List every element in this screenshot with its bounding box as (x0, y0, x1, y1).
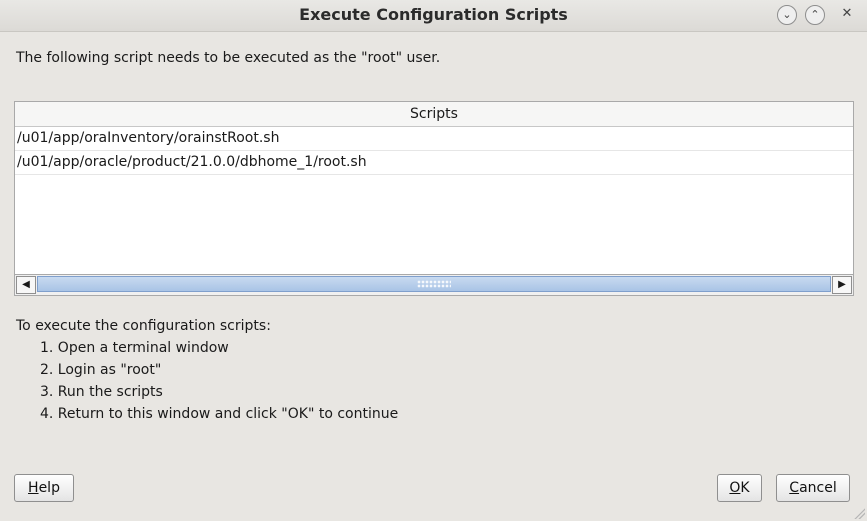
resize-grip-icon[interactable] (853, 507, 865, 519)
scroll-thumb[interactable] (37, 276, 831, 292)
instructions: To execute the configuration scripts: 1.… (16, 315, 398, 425)
arrow-left-icon: ◀ (22, 279, 30, 290)
instruction-step: 3. Run the scripts (40, 384, 163, 400)
arrow-right-icon: ▶ (838, 279, 846, 290)
scripts-table[interactable]: Scripts /u01/app/oraInventory/orainstRoo… (14, 101, 854, 296)
ok-mnemonic: O (729, 480, 741, 496)
instruction-step: 2. Login as "root" (40, 362, 162, 378)
maximize-button[interactable]: ⌃ (805, 5, 825, 25)
help-mnemonic: H (28, 480, 39, 496)
cancel-button[interactable]: Cancel (776, 474, 850, 502)
cancel-mnemonic: C (789, 480, 800, 496)
instructions-heading: To execute the configuration scripts: (16, 318, 271, 334)
instruction-step: 4. Return to this window and click "OK" … (40, 406, 399, 422)
minimize-button[interactable]: ⌄ (777, 5, 797, 25)
help-button[interactable]: Help (14, 474, 74, 502)
table-row[interactable]: /u01/app/oracle/product/21.0.0/dbhome_1/… (15, 151, 853, 175)
title-bar: Execute Configuration Scripts ⌄ ⌃ ✕ (0, 0, 867, 32)
scroll-left-button[interactable]: ◀ (16, 276, 36, 294)
chevron-down-icon: ⌄ (782, 8, 792, 21)
dialog-title: Execute Configuration Scripts (299, 5, 568, 24)
table-row[interactable]: /u01/app/oraInventory/orainstRoot.sh (15, 127, 853, 151)
close-button[interactable]: ✕ (838, 5, 856, 23)
cancel-label: ancel (799, 480, 837, 496)
grip-icon (417, 280, 451, 288)
instruction-step: 1. Open a terminal window (40, 340, 229, 356)
scroll-right-button[interactable]: ▶ (832, 276, 852, 294)
close-icon: ✕ (841, 6, 853, 21)
chevron-up-icon: ⌃ (810, 8, 820, 21)
script-message: The following script needs to be execute… (16, 50, 441, 66)
help-label: elp (38, 480, 60, 496)
ok-label: K (740, 480, 750, 496)
table-header-scripts[interactable]: Scripts (15, 102, 853, 127)
ok-button[interactable]: OK (717, 474, 762, 502)
horizontal-scrollbar[interactable]: ◀ ▶ (15, 274, 853, 295)
